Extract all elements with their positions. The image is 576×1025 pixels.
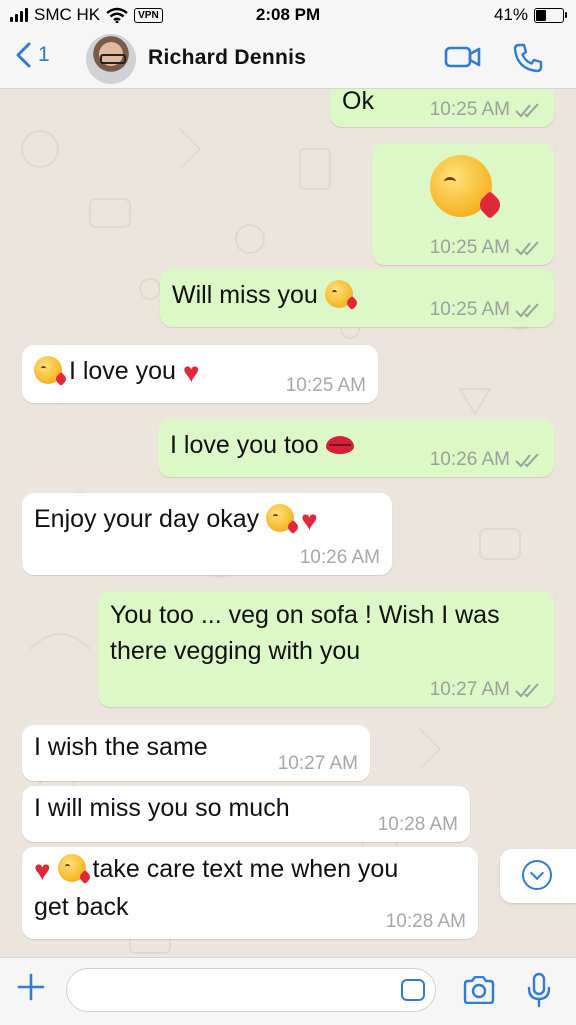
voice-message-button[interactable]	[526, 972, 552, 1013]
message-time: 10:28 AM	[377, 814, 458, 835]
message-text-content: I love you too	[170, 431, 319, 459]
message-text: Enjoy your day okay ♥	[34, 501, 318, 539]
message-time: 10:25 AM	[429, 299, 510, 320]
kiss-emoji-icon	[266, 504, 295, 532]
message-meta: 10:25 AM	[286, 375, 366, 397]
kiss-emoji-icon	[57, 854, 86, 882]
message-meta: 10:25 AM	[430, 99, 542, 121]
message-meta: 10:25 AM	[430, 237, 542, 259]
back-button[interactable]: 1	[14, 42, 50, 68]
double-check-icon	[515, 683, 539, 698]
message-bubble-outgoing[interactable]: I love you too 10:26 AM	[158, 419, 554, 477]
double-check-icon	[515, 303, 539, 318]
avatar[interactable]	[86, 34, 136, 84]
message-bubble-incoming[interactable]: I love you ♥ 10:25 AM	[22, 345, 378, 403]
status-time: 2:08 PM	[255, 5, 321, 24]
message-bubble-outgoing[interactable]: You too ... veg on sofa ! Wish I was the…	[98, 591, 554, 707]
message-bubble-outgoing[interactable]: Will miss you 10:25 AM	[160, 269, 554, 327]
message-text: I will miss you so much	[34, 794, 290, 822]
kiss-emoji-icon	[430, 155, 492, 217]
kiss-emoji-icon	[34, 356, 62, 384]
chat-area[interactable]: Ok 10:25 AM 10:25 AM Will miss you 10:25…	[0, 89, 576, 957]
video-call-icon	[444, 46, 481, 68]
message-line-1: take care text me when you	[92, 855, 399, 883]
kiss-emoji-icon	[324, 280, 353, 308]
sticker-icon[interactable]	[401, 979, 425, 1001]
message-input[interactable]	[81, 969, 385, 1011]
message-bubble-outgoing[interactable]: 10:25 AM	[372, 143, 554, 265]
battery-percent: 41%	[493, 5, 528, 24]
message-time: 10:26 AM	[429, 449, 510, 470]
video-call-button[interactable]	[444, 42, 482, 72]
scroll-to-bottom-button[interactable]	[500, 849, 576, 903]
status-bar: SMC HK VPN 2:08 PM 41%	[0, 0, 576, 30]
message-meta: 10:27 AM	[278, 753, 358, 775]
message-line-1: You too ... veg on sofa ! Wish I was	[110, 601, 500, 629]
message-bubble-incoming[interactable]: Enjoy your day okay ♥ 10:26 AM	[22, 493, 392, 575]
message-text: I love you ♥	[34, 353, 200, 391]
heart-icon: ♥	[34, 855, 51, 886]
message-bubble-incoming[interactable]: ♥ take care text me when you get back 10…	[22, 847, 478, 939]
message-time: 10:28 AM	[385, 911, 466, 932]
battery-fill	[536, 9, 546, 21]
message-time: 10:26 AM	[299, 547, 380, 568]
heart-icon: ♥	[182, 357, 200, 388]
phone-call-icon	[513, 43, 543, 73]
heart-icon: ♥	[301, 505, 318, 536]
message-text: Will miss you	[172, 277, 353, 313]
message-meta: 10:28 AM	[386, 911, 466, 933]
message-input-wrapper	[66, 968, 436, 1012]
message-time: 10:25 AM	[429, 99, 510, 120]
battery-icon	[534, 7, 567, 23]
message-time: 10:25 AM	[429, 237, 510, 258]
voice-call-button[interactable]	[512, 42, 544, 74]
message-text: You too ... veg on sofa ! Wish I was the…	[110, 597, 500, 669]
message-time: 10:25 AM	[285, 375, 366, 396]
attach-button[interactable]	[16, 972, 46, 1008]
chevron-left-icon	[16, 42, 31, 68]
message-text: I love you too	[170, 427, 354, 463]
message-text: Ok	[342, 89, 374, 115]
message-line-2: there vegging with you	[110, 637, 361, 665]
message-bubble-outgoing[interactable]: Ok 10:25 AM	[330, 89, 554, 127]
camera-button[interactable]	[462, 975, 496, 1009]
contact-name[interactable]: Richard Dennis	[148, 46, 306, 70]
message-bubble-incoming[interactable]: I will miss you so much 10:28 AM	[22, 786, 470, 842]
message-line-2: get back	[34, 893, 129, 921]
camera-icon	[463, 975, 495, 1005]
message-meta: 10:28 AM	[378, 814, 458, 836]
message-text-content: I love you	[68, 357, 176, 385]
double-check-icon	[515, 103, 539, 118]
double-check-icon	[515, 241, 539, 256]
message-text: ♥ take care text me when you get back	[34, 851, 398, 925]
message-time: 10:27 AM	[277, 753, 358, 774]
double-check-icon	[515, 453, 539, 468]
message-time: 10:27 AM	[429, 679, 510, 700]
kiss-lips-icon	[325, 436, 354, 454]
chevron-down-icon	[522, 860, 552, 890]
plus-icon	[17, 973, 45, 1001]
unread-count: 1	[38, 43, 50, 66]
input-bar	[0, 957, 576, 1025]
message-text-content: Will miss you	[172, 281, 318, 309]
message-meta: 10:26 AM	[430, 449, 542, 471]
message-meta: 10:27 AM	[430, 679, 542, 701]
message-text: I wish the same	[34, 733, 208, 761]
chat-header: 1 Richard Dennis	[0, 30, 576, 89]
message-bubble-incoming[interactable]: I wish the same 10:27 AM	[22, 725, 370, 781]
status-right: 41%	[493, 5, 567, 25]
message-text-content: Enjoy your day okay	[34, 505, 260, 533]
message-meta: 10:26 AM	[300, 547, 380, 569]
message-meta: 10:25 AM	[430, 299, 542, 321]
microphone-icon	[527, 972, 551, 1008]
